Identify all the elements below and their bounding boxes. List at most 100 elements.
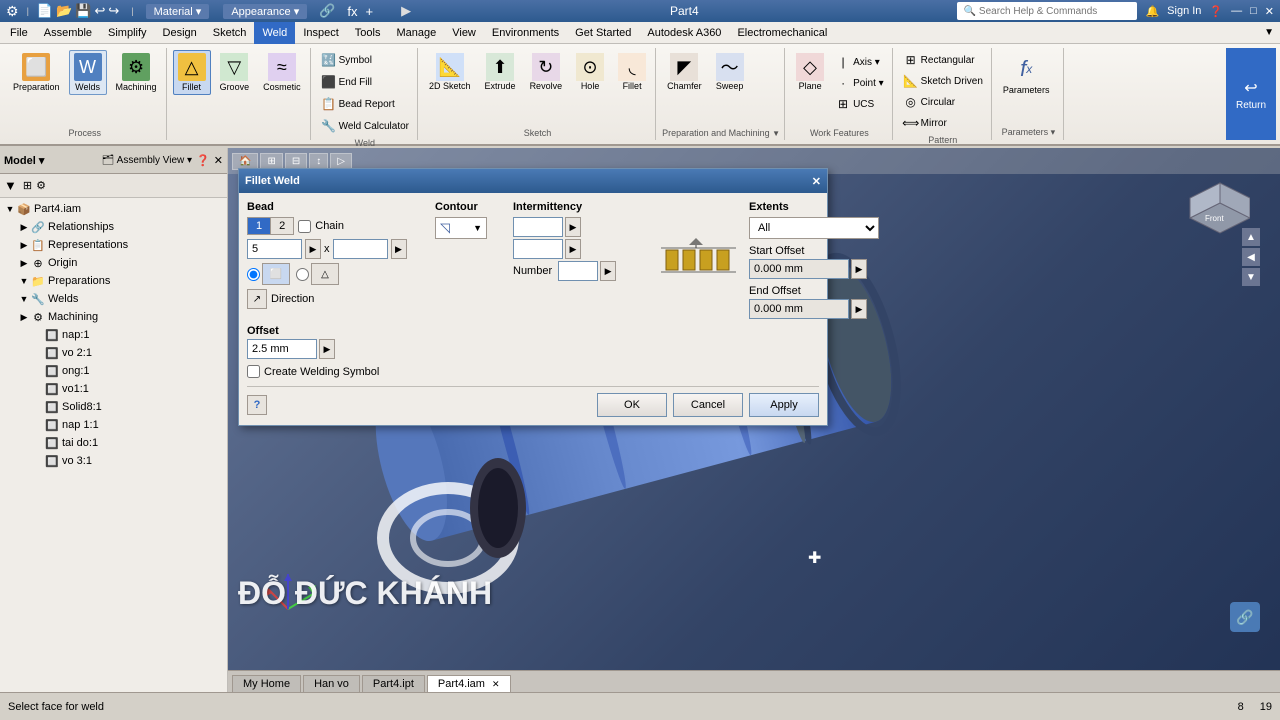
tree-machining[interactable]: ▶ ⚙ Machining <box>2 308 225 326</box>
welds-btn[interactable]: W Welds <box>69 50 107 95</box>
tree-nap1[interactable]: 🔲 nap:1 <box>2 326 225 344</box>
vp-home-btn[interactable]: 🏠 <box>232 153 258 170</box>
tree-preparations[interactable]: ▼ 📁 Preparations <box>2 272 225 290</box>
nav-down[interactable]: ▼ <box>1242 268 1260 286</box>
intermit-arrow1[interactable]: ▶ <box>565 217 581 237</box>
tab-my-home[interactable]: My Home <box>232 675 301 692</box>
menu-weld[interactable]: Weld <box>254 22 295 44</box>
machining-btn[interactable]: ⚙ Machining <box>111 50 162 95</box>
cancel-button[interactable]: Cancel <box>673 393 743 417</box>
help-btn[interactable]: ? <box>247 395 267 415</box>
menu-assemble[interactable]: Assemble <box>36 22 100 44</box>
tree-nap11[interactable]: 🔲 nap 1:1 <box>2 416 225 434</box>
vp-grid-btn2[interactable]: ⊟ <box>285 153 307 170</box>
save-btn[interactable]: 💾 <box>75 3 91 19</box>
end-offset-input[interactable] <box>749 299 849 319</box>
bead-arrow1[interactable]: ▶ <box>305 239 321 259</box>
offset-input[interactable] <box>247 339 317 359</box>
signin-btn[interactable]: Sign In <box>1167 5 1201 17</box>
menu-simplify[interactable]: Simplify <box>100 22 155 44</box>
hole-btn[interactable]: ⊙ Hole <box>571 50 609 94</box>
redo-btn[interactable]: ↪ <box>108 3 119 19</box>
expand-all-btn[interactable]: ⊞ <box>23 179 32 192</box>
chamfer-btn[interactable]: ◤ Chamfer <box>662 50 707 94</box>
menu-environments[interactable]: Environments <box>484 22 567 44</box>
bead-btn-1[interactable]: 1 <box>248 218 271 234</box>
bead-arrow2[interactable]: ▶ <box>391 239 407 259</box>
menu-inspect[interactable]: Inspect <box>295 22 346 44</box>
share-btn[interactable]: 🔗 <box>1230 602 1260 632</box>
viewcube[interactable]: Front <box>1170 178 1250 258</box>
tree-origin[interactable]: ▶ ⊕ Origin <box>2 254 225 272</box>
cosmetic-btn[interactable]: ≈ Cosmetic <box>258 50 306 95</box>
rectangular-btn[interactable]: ⊞Rectangular <box>899 50 987 70</box>
ok-button[interactable]: OK <box>597 393 667 417</box>
tree-root[interactable]: ▼ 📦 Part4.iam <box>2 200 225 218</box>
minimize-btn[interactable]: — <box>1231 5 1242 17</box>
model-dropdown[interactable]: Model ▾ <box>4 154 44 167</box>
circular-btn[interactable]: ◎Circular <box>899 92 987 112</box>
sketch-driven-btn[interactable]: 📐Sketch Driven <box>899 71 987 91</box>
bead-radio2[interactable] <box>296 268 309 281</box>
bead-value1[interactable] <box>247 239 302 259</box>
point-btn[interactable]: ·Point ▾ <box>831 73 888 93</box>
material-dropdown[interactable]: Material ▾ <box>146 4 210 19</box>
preparation-btn[interactable]: ⬜ Preparation <box>8 50 65 95</box>
menu-electromechanical[interactable]: Electromechanical <box>729 22 835 44</box>
intermit-arrow3[interactable]: ▶ <box>600 261 616 281</box>
maximize-btn[interactable]: □ <box>1250 5 1257 17</box>
groove-btn[interactable]: ▽ Groove <box>215 50 255 95</box>
mirror-btn[interactable]: ⟺Mirror <box>899 113 987 133</box>
open-btn[interactable]: 📂 <box>56 3 72 19</box>
2d-sketch-btn[interactable]: 📐 2D Sketch <box>424 50 476 94</box>
tree-vo21[interactable]: 🔲 vo 2:1 <box>2 344 225 362</box>
appearance-dropdown[interactable]: Appearance ▾ <box>223 4 307 19</box>
bead-value2[interactable] <box>333 239 388 259</box>
extents-dropdown[interactable]: All Between From <box>749 217 879 239</box>
tree-representations[interactable]: ▶ 📋 Representations <box>2 236 225 254</box>
tab-close-btn[interactable]: ✕ <box>492 679 500 689</box>
fillet-tool-btn[interactable]: ◟ Fillet <box>613 50 651 94</box>
intermit-val2[interactable] <box>513 239 563 259</box>
bead-radio1[interactable] <box>247 268 260 281</box>
vp-expand-btn[interactable]: ▷ <box>330 153 352 170</box>
axis-btn[interactable]: |Axis ▾ <box>831 52 888 72</box>
new-btn[interactable]: 📄 <box>37 3 53 19</box>
panel-close-btn[interactable]: ✕ <box>214 154 223 167</box>
offset-arrow[interactable]: ▶ <box>319 339 335 359</box>
nav-mid[interactable]: ◀ <box>1242 248 1260 266</box>
menu-sketch[interactable]: Sketch <box>205 22 255 44</box>
contour-dropdown[interactable]: ◹ ▼ <box>435 217 487 239</box>
nav-arrows[interactable]: ▲ ◀ ▼ <box>1242 228 1260 286</box>
start-offset-input[interactable] <box>749 259 849 279</box>
end-offset-arrow[interactable]: ▶ <box>851 299 867 319</box>
menu-a360[interactable]: Autodesk A360 <box>639 22 729 44</box>
create-welding-symbol-checkbox[interactable] <box>247 365 260 378</box>
menu-file[interactable]: File <box>2 22 36 44</box>
tree-vo31[interactable]: 🔲 vo 3:1 <box>2 452 225 470</box>
tab-part4-iam[interactable]: Part4.iam ✕ <box>427 675 511 692</box>
tab-part4-ipt[interactable]: Part4.ipt <box>362 675 425 692</box>
ucs-btn[interactable]: ⊞UCS <box>831 94 888 114</box>
intermit-arrow2[interactable]: ▶ <box>565 239 581 259</box>
vp-pan-btn[interactable]: ↕ <box>309 153 328 170</box>
weld-calculator-btn[interactable]: 🔧Weld Calculator <box>317 116 413 136</box>
revolve-btn[interactable]: ↻ Revolve <box>525 50 568 94</box>
filter-btn[interactable]: ▼ <box>4 178 17 193</box>
tree-solid81[interactable]: 🔲 Solid8:1 <box>2 398 225 416</box>
undo-btn[interactable]: ↩ <box>94 3 105 19</box>
menu-get-started[interactable]: Get Started <box>567 22 639 44</box>
nav-up[interactable]: ▲ <box>1242 228 1260 246</box>
search-input[interactable] <box>979 6 1119 17</box>
sweep-btn[interactable]: 〜 Sweep <box>711 50 749 94</box>
viewcube-svg[interactable]: Front <box>1170 178 1250 258</box>
intermit-val1[interactable] <box>513 217 563 237</box>
tab-han-vo[interactable]: Han vo <box>303 675 360 692</box>
menu-tools[interactable]: Tools <box>347 22 389 44</box>
menu-manage[interactable]: Manage <box>388 22 444 44</box>
vp-grid-btn1[interactable]: ⊞ <box>260 153 282 170</box>
symbol-btn[interactable]: 🔣Symbol <box>317 50 413 70</box>
plane-btn[interactable]: ◇ Plane <box>791 50 829 94</box>
chain-checkbox[interactable] <box>298 220 311 233</box>
bead-btn-2[interactable]: 2 <box>271 218 293 234</box>
